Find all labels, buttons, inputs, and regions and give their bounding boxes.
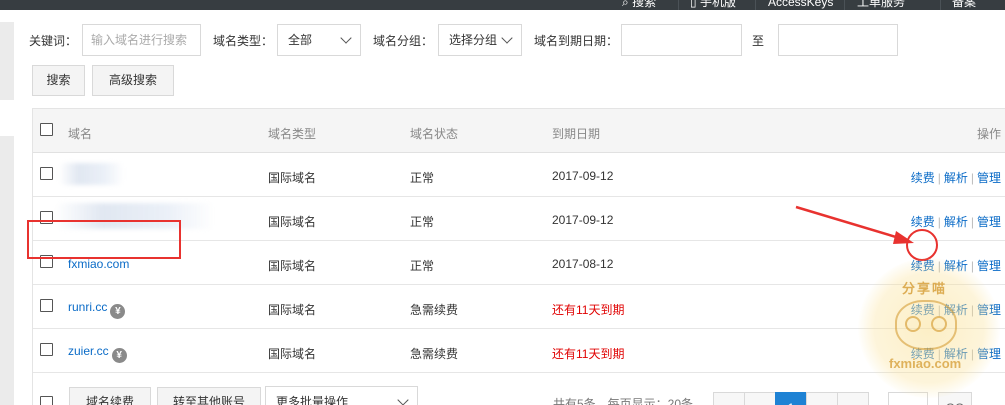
cat-eye-icon <box>931 316 947 332</box>
watermark-bottom-text: fxmiao.com <box>889 356 962 371</box>
cat-face-icon <box>895 300 957 350</box>
annotation-arrow <box>795 205 914 244</box>
cat-eye-icon <box>905 316 921 332</box>
watermark-top-text: 分享喵 <box>902 281 948 296</box>
